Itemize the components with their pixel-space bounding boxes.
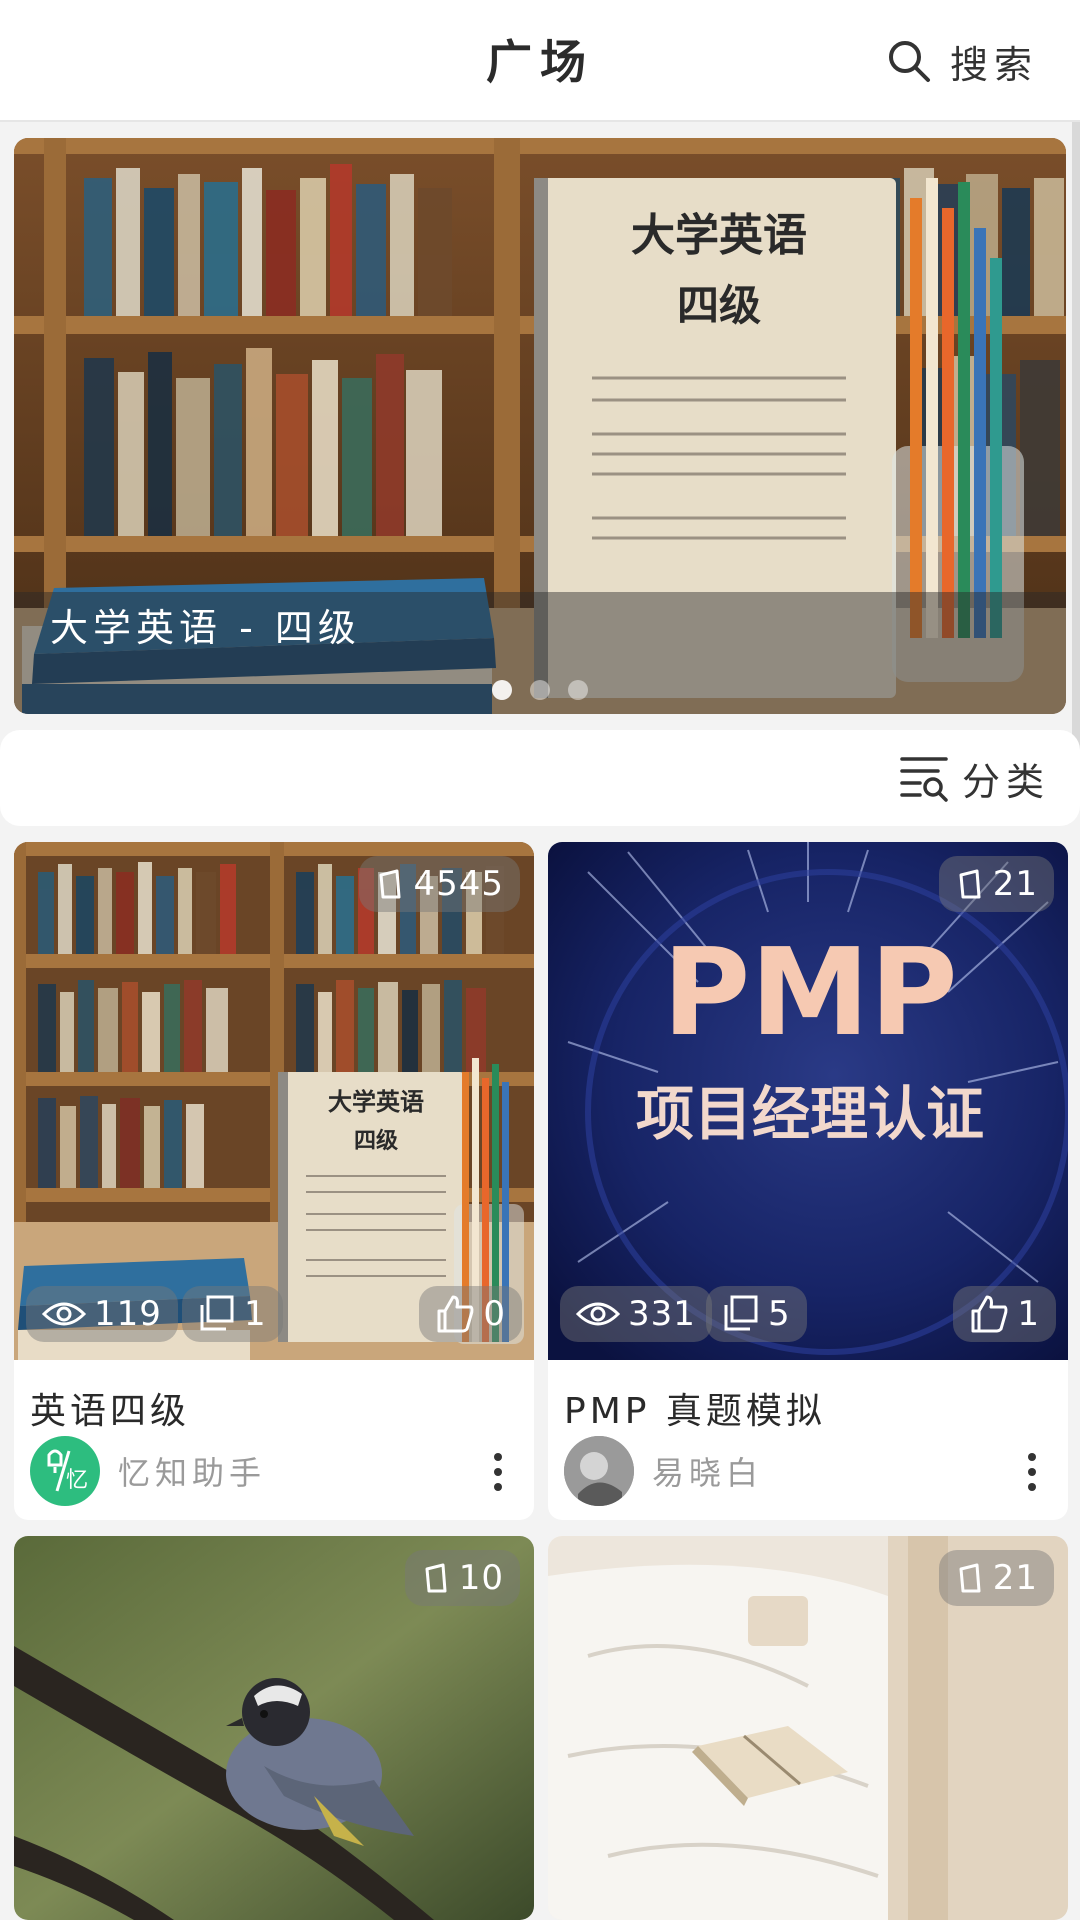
deck-cover: 大学英语 四级 4545 119 1 0	[14, 842, 534, 1360]
card-count-badge: 21	[938, 1550, 1054, 1606]
like-count: 1	[1017, 1294, 1040, 1334]
copy-count-badge: 1	[182, 1286, 283, 1342]
carousel-dot[interactable]	[492, 680, 512, 700]
view-count: 119	[94, 1294, 162, 1334]
svg-text:忆: 忆	[66, 1468, 88, 1493]
svg-text:项目经理认证: 项目经理认证	[636, 1080, 984, 1148]
copy-icon	[200, 1295, 234, 1331]
copy-icon	[724, 1295, 758, 1331]
view-count: 331	[628, 1294, 696, 1334]
avatar: 忆	[30, 1436, 100, 1506]
svg-text:四级: 四级	[677, 281, 761, 330]
thumbs-up-icon	[971, 1295, 1008, 1333]
deck-author[interactable]: 易晓白	[564, 1436, 763, 1506]
copy-count-badge: 5	[706, 1286, 807, 1342]
card-count: 21	[992, 864, 1038, 904]
author-name: 忆知助手	[118, 1454, 267, 1492]
svg-text:四级: 四级	[354, 1128, 398, 1154]
author-name: 易晓白	[652, 1454, 764, 1492]
app-logo-icon: 忆	[47, 1449, 88, 1493]
like-count-badge[interactable]: 0	[419, 1286, 522, 1342]
card-stack-icon	[425, 1563, 447, 1593]
deck-title: 英语四级	[30, 1391, 191, 1432]
card-count-badge: 10	[404, 1550, 520, 1606]
scrollbar[interactable]	[1072, 122, 1080, 762]
card-count: 10	[458, 1558, 504, 1598]
copy-count: 5	[768, 1294, 791, 1334]
user-avatar-image	[564, 1436, 634, 1506]
category-filter-label: 分类	[961, 759, 1050, 804]
deck-cover: PMP 项目经理认证 21 331 5 1	[548, 842, 1068, 1360]
svg-text:大学英语: 大学英语	[631, 210, 807, 261]
card-count: 4545	[413, 864, 504, 904]
banner-carousel[interactable]: 大学英语 四级 大学英语 - 四级	[14, 138, 1066, 714]
deck-card[interactable]: 大学英语 四级 4545 119 1 0 英语四级 忆 忆知助手	[14, 842, 534, 1520]
search-label: 搜索	[949, 42, 1038, 87]
card-count-badge: 21	[938, 856, 1054, 912]
card-stack-icon	[379, 869, 401, 899]
like-count: 0	[483, 1294, 506, 1334]
carousel-indicator	[14, 680, 1066, 700]
more-options-icon[interactable]	[1022, 1452, 1042, 1492]
svg-text:PMP: PMP	[662, 924, 957, 1063]
card-count-badge: 4545	[359, 856, 520, 912]
more-options-icon[interactable]	[488, 1452, 508, 1492]
like-count-badge[interactable]: 1	[953, 1286, 1056, 1342]
avatar	[564, 1436, 634, 1506]
thumbs-up-icon	[437, 1295, 474, 1333]
banner-caption: 大学英语 - 四级	[50, 606, 361, 650]
filter-list-icon	[900, 757, 948, 802]
copy-count: 1	[244, 1294, 267, 1334]
deck-card[interactable]: PMP 项目经理认证 21 331 5 1 PMP 真题模拟 易晓白	[548, 842, 1068, 1520]
filter-bar: 分类	[0, 730, 1080, 826]
deck-card[interactable]: 21	[548, 1536, 1068, 1920]
view-count-badge: 331	[560, 1286, 712, 1342]
svg-text:大学英语: 大学英语	[328, 1088, 424, 1116]
search-icon	[888, 41, 930, 82]
card-stack-icon	[959, 869, 981, 899]
eye-icon	[42, 1302, 86, 1326]
eye-icon	[576, 1302, 620, 1326]
deck-title: PMP 真题模拟	[564, 1391, 826, 1432]
top-bar: 广场 搜索	[0, 0, 1080, 122]
search-button[interactable]: 搜索	[886, 30, 1038, 92]
carousel-dot[interactable]	[568, 680, 588, 700]
card-count: 21	[992, 1558, 1038, 1598]
deck-cover: 10	[14, 1536, 534, 1920]
card-stack-icon	[959, 1563, 981, 1593]
deck-cover: 21	[548, 1536, 1068, 1920]
carousel-dot[interactable]	[530, 680, 550, 700]
deck-card[interactable]: 10	[14, 1536, 534, 1920]
category-filter-button[interactable]: 分类	[898, 750, 1050, 806]
deck-author[interactable]: 忆 忆知助手	[30, 1436, 266, 1506]
view-count-badge: 119	[26, 1286, 178, 1342]
